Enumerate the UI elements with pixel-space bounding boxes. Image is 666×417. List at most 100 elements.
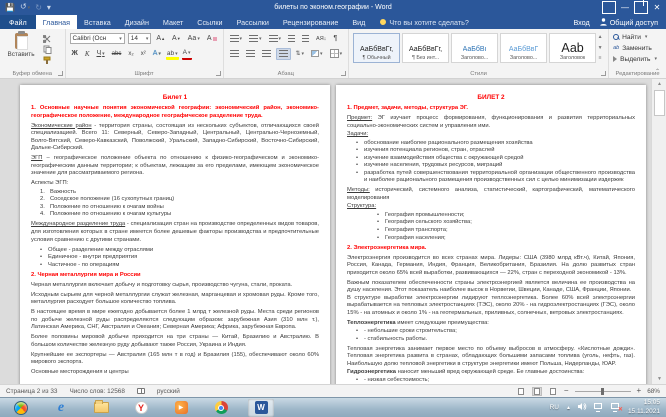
styles-scroll-down-icon[interactable]: ▼ — [598, 45, 603, 51]
cut-icon[interactable] — [42, 34, 53, 43]
change-case-icon[interactable]: Аа ▾ — [186, 33, 202, 45]
restore-button[interactable] — [634, 0, 648, 14]
language-indicator[interactable]: русский — [157, 388, 180, 395]
clipboard-group: Вставить Буфер обмена — [0, 29, 66, 78]
font-name-combo[interactable]: Calibri (Осн ▾ — [69, 33, 125, 44]
document-page-2[interactable]: БИЛЕТ 2 1. Предмет, задачи, методы, стру… — [336, 85, 646, 384]
proofing-icon[interactable] — [136, 388, 145, 394]
grow-font-icon[interactable]: А ▲ — [154, 33, 167, 45]
increase-indent-icon[interactable] — [300, 33, 311, 45]
tab-design[interactable]: Дизайн — [118, 15, 156, 29]
show-paragraph-marks-icon[interactable]: ¶ — [331, 33, 339, 45]
sign-in-link[interactable]: Вход — [573, 18, 589, 27]
network-icon[interactable] — [593, 403, 604, 412]
style-normal[interactable]: АаБбВвГг, ¶ Обычный — [353, 33, 401, 63]
close-button[interactable]: ✕ — [650, 1, 664, 14]
styles-scroll-up-icon[interactable]: ▲ — [598, 34, 603, 40]
find-button[interactable]: Найти ▾ — [613, 32, 662, 42]
tab-mailings[interactable]: Рассылки — [230, 15, 276, 29]
replace-button[interactable]: ab Заменить — [613, 43, 662, 53]
font-group: Calibri (Осн ▾ 14 ▾ А ▲ А ▼ Аа ▾ А Ж К Ч ▾ abc… — [66, 29, 224, 78]
internet-explorer-button[interactable]: e — [48, 399, 74, 417]
minimize-button[interactable]: — — [618, 1, 632, 14]
tell-me-box[interactable]: Что вы хотите сделать? — [372, 15, 469, 29]
document-canvas[interactable]: Билет 1 1. Основные научные понятия экон… — [0, 79, 666, 384]
word-icon: W — [254, 401, 268, 414]
zoom-level[interactable]: 68% — [647, 388, 660, 395]
format-painter-icon[interactable] — [42, 56, 53, 65]
zoom-out-icon[interactable]: − — [564, 387, 569, 395]
align-left-icon[interactable] — [228, 48, 241, 60]
keyboard-language[interactable]: RU — [550, 404, 559, 411]
tab-home[interactable]: Главная — [35, 15, 78, 29]
print-layout-icon[interactable] — [531, 386, 542, 396]
tab-layout[interactable]: Макет — [156, 15, 190, 29]
bold-button[interactable]: Ж — [70, 48, 80, 60]
word-taskbar-button[interactable]: W — [248, 398, 274, 417]
text-effects-icon[interactable]: А ▾ — [151, 48, 163, 60]
document-page-1[interactable]: Билет 1 1. Основные научные понятия экон… — [20, 85, 330, 384]
tab-insert[interactable]: Вставка — [77, 15, 118, 29]
paragraph: Исходным сырьем для черной металлургии с… — [31, 291, 319, 306]
clear-formatting-icon[interactable]: А — [205, 33, 219, 45]
style-heading1[interactable]: АаБбВı Заголово... — [451, 33, 499, 63]
align-center-icon[interactable] — [244, 48, 257, 60]
zoom-in-icon[interactable]: + — [637, 387, 642, 395]
system-clock[interactable]: 15:05 15.11.2021 — [628, 399, 660, 416]
line-spacing-icon[interactable]: ⇅ ▾ — [294, 48, 307, 60]
numbering-icon[interactable]: ▾ — [247, 33, 264, 45]
sort-icon[interactable]: АЯ↓ — [314, 33, 328, 45]
superscript-button[interactable]: х² — [139, 48, 148, 60]
zoom-slider-thumb[interactable] — [600, 387, 604, 395]
subscript-button[interactable]: х₂ — [126, 48, 135, 60]
style-no-spacing[interactable]: АаБбВвГг, ¶ Без инт... — [402, 33, 450, 63]
align-right-icon[interactable] — [260, 48, 273, 60]
font-color-icon[interactable]: А ▾ — [181, 48, 192, 60]
highlight-color-icon[interactable]: ab ▾ — [165, 47, 179, 60]
bullets-icon[interactable]: ▾ — [228, 33, 245, 45]
windows-taskbar: e Y ▶ W RU ▲ ✕ 15:05 15.11.2021 — [0, 397, 666, 417]
read-mode-icon[interactable] — [516, 387, 526, 396]
tab-review[interactable]: Рецензирование — [276, 15, 346, 29]
paste-button[interactable]: Вставить — [4, 31, 38, 65]
zoom-slider[interactable] — [574, 387, 631, 395]
justify-icon[interactable] — [275, 47, 291, 60]
style-title[interactable]: Ааb Заголовок — [549, 33, 597, 63]
italic-button[interactable]: К — [83, 48, 92, 60]
scroll-up-icon[interactable]: ▲ — [652, 79, 666, 89]
vertical-scrollbar[interactable]: ▲ ▼ — [651, 79, 666, 384]
style-heading2[interactable]: АаБбВвГ Заголово... — [500, 33, 548, 63]
page-indicator[interactable]: Страница 2 из 33 — [6, 388, 57, 395]
tab-references[interactable]: Ссылки — [190, 15, 229, 29]
ribbon-display-options-icon[interactable] — [602, 1, 616, 14]
file-explorer-button[interactable] — [88, 399, 114, 417]
play-icon: ▶ — [174, 401, 188, 414]
media-player-button[interactable]: ▶ — [168, 399, 194, 417]
web-layout-icon[interactable] — [548, 387, 558, 396]
styles-more-icon[interactable]: ≡ — [599, 55, 602, 61]
tray-expand-icon[interactable]: ▲ — [566, 405, 571, 411]
collapse-ribbon-icon[interactable]: ⌃ — [655, 68, 660, 75]
strikethrough-button[interactable]: abc — [110, 48, 124, 60]
tab-file[interactable]: Файл — [0, 15, 36, 29]
volume-icon[interactable] — [577, 402, 587, 413]
tasks-list: обоснование наиболее рационального разме… — [356, 140, 635, 185]
shrink-font-icon[interactable]: А ▼ — [170, 33, 183, 45]
network-error-icon[interactable]: ✕ — [610, 403, 623, 413]
decrease-indent-icon[interactable] — [286, 33, 297, 45]
scroll-down-icon[interactable]: ▼ — [652, 374, 666, 384]
underline-button[interactable]: Ч ▾ — [94, 48, 106, 60]
start-button[interactable] — [8, 399, 34, 417]
scrollbar-thumb[interactable] — [654, 90, 665, 116]
word-count[interactable]: Число слов: 12568 — [69, 388, 124, 395]
tab-view[interactable]: Вид — [345, 15, 372, 29]
select-button[interactable]: Выделить ▾ — [613, 54, 662, 64]
shading-icon[interactable]: ▾ — [309, 48, 325, 60]
borders-icon[interactable]: ▾ — [328, 48, 345, 60]
copy-icon[interactable] — [42, 45, 53, 54]
multilevel-list-icon[interactable]: ▾ — [267, 33, 284, 45]
chrome-button[interactable] — [208, 399, 234, 417]
yandex-browser-button[interactable]: Y — [128, 399, 154, 417]
font-size-combo[interactable]: 14 ▾ — [127, 33, 152, 44]
share-button[interactable]: Общий доступ — [600, 18, 658, 27]
